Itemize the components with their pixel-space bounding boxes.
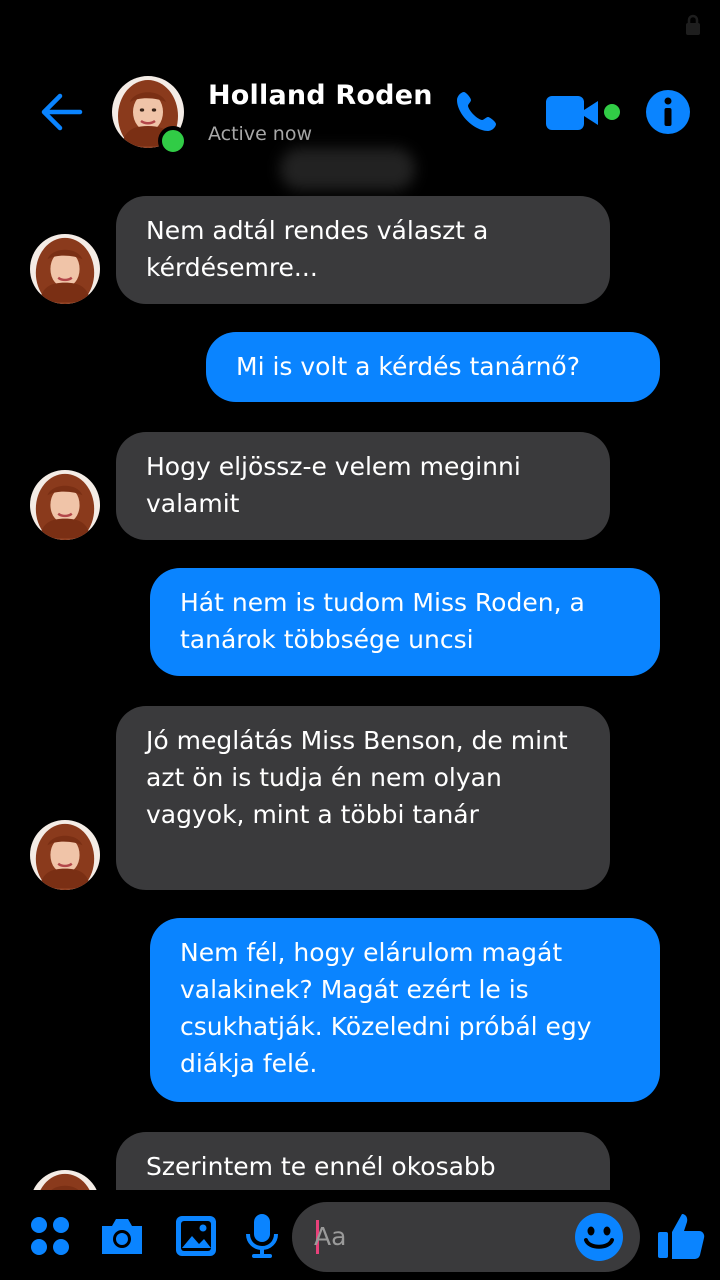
composer-bar: Aa — [0, 1190, 720, 1280]
sender-avatar[interactable] — [30, 820, 100, 890]
message-incoming: Szerintem te ennél okosabb — [0, 1132, 720, 1190]
conversation-header: Holland Roden Active now — [0, 0, 720, 190]
info-icon[interactable] — [644, 88, 692, 136]
message-input[interactable]: Aa — [292, 1202, 640, 1272]
message-bubble[interactable]: Nem fél, hogy elárulom magát valakinek? … — [150, 918, 660, 1102]
message-bubble[interactable]: Mi is volt a kérdés tanárnő? — [206, 332, 660, 402]
message-bubble[interactable]: Szerintem te ennél okosabb — [116, 1132, 610, 1190]
active-status: Active now — [208, 123, 313, 145]
message-outgoing: Nem fél, hogy elárulom magát valakinek? … — [0, 918, 720, 1104]
message-bubble[interactable]: Nem adtál rendes választ a kérdésemre... — [116, 196, 610, 304]
back-arrow-icon[interactable] — [38, 88, 86, 136]
apps-grid-icon[interactable] — [30, 1216, 70, 1256]
sender-avatar[interactable] — [30, 470, 100, 540]
input-placeholder: Aa — [314, 1222, 347, 1251]
sender-avatar[interactable] — [30, 234, 100, 304]
message-incoming: Nem adtál rendes választ a kérdésemre... — [0, 196, 720, 306]
camera-icon[interactable] — [98, 1214, 146, 1258]
emoji-icon[interactable] — [574, 1212, 624, 1262]
phone-icon[interactable] — [450, 86, 502, 138]
message-bubble[interactable]: Hogy eljössz-e velem meginni valamit — [116, 432, 610, 540]
message-incoming: Hogy eljössz-e velem meginni valamit — [0, 432, 720, 542]
message-bubble[interactable]: Jó meglátás Miss Benson, de mint azt ön … — [116, 706, 610, 890]
message-list[interactable]: Nem adtál rendes választ a kérdésemre...… — [0, 190, 720, 1190]
gallery-icon[interactable] — [174, 1214, 218, 1258]
video-camera-icon[interactable] — [544, 92, 626, 134]
redaction-smudge — [280, 148, 415, 190]
contact-name[interactable]: Holland Roden — [208, 80, 433, 111]
message-outgoing: Hát nem is tudom Miss Roden, a tanárok t… — [0, 568, 720, 678]
sender-avatar[interactable] — [30, 1170, 100, 1190]
message-outgoing: Mi is volt a kérdés tanárnő? — [0, 332, 720, 404]
message-incoming: Jó meglátás Miss Benson, de mint azt ön … — [0, 706, 720, 892]
online-indicator — [158, 126, 188, 156]
message-bubble[interactable]: Hát nem is tudom Miss Roden, a tanárok t… — [150, 568, 660, 676]
microphone-icon[interactable] — [244, 1212, 280, 1260]
thumbs-up-icon[interactable] — [656, 1210, 706, 1260]
